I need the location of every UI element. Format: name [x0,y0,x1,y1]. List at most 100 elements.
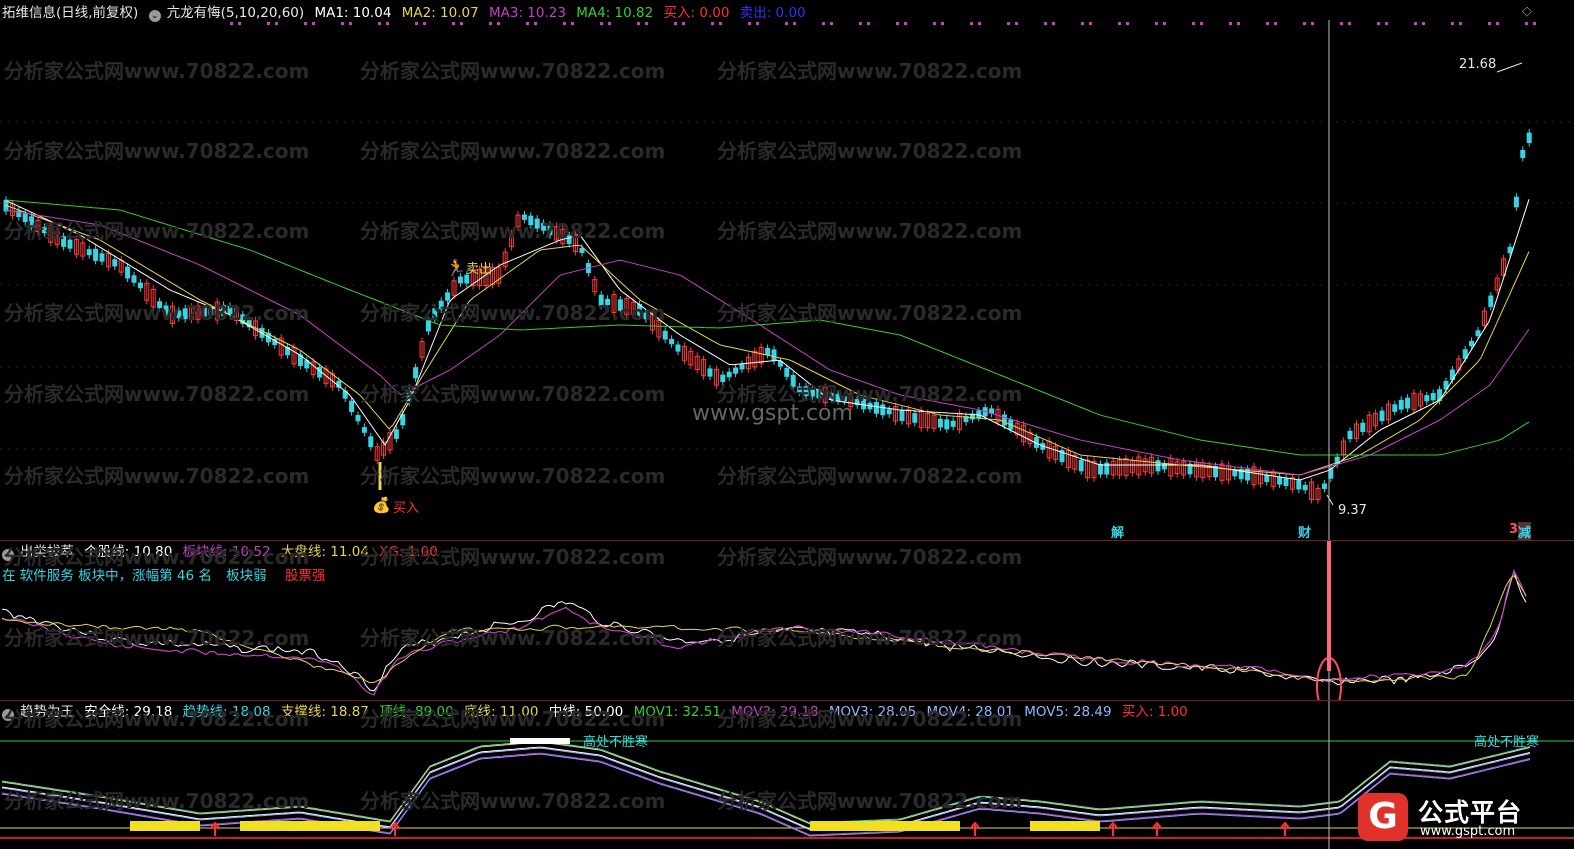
zhong-value: 中线: 50.00 [548,704,624,720]
signal-dot [452,22,455,25]
tag-jie[interactable]: 解 [1111,522,1124,541]
candle-body [29,216,35,228]
candle-body [1424,395,1430,402]
candle-body [1520,149,1526,159]
ma3-line [4,209,1530,476]
candle-body [803,386,809,397]
panel3-name[interactable]: 趋势为王 [20,704,74,720]
candle-body [1302,484,1308,491]
candle-body [1360,422,1366,432]
anquan-value: 安全线: 29.18 [84,704,173,720]
candle-body [541,222,547,231]
candle-body [1097,463,1103,475]
signal-dot [275,22,278,25]
candle-body [438,300,444,310]
candle-body [521,214,527,220]
ma1-line [4,199,1530,481]
diamond-icon[interactable]: ◇ [1522,4,1532,19]
signal-dot [349,22,352,25]
signal-dot [1422,22,1425,25]
panel2-toggle-icon[interactable]: ⌄ [2,549,14,561]
signal-dot [1229,22,1232,25]
mov1-value: MOV1: 32.51 [633,704,721,720]
panel2-info: 在 软件服务 板块中，涨幅第 46 名 板块弱 股票强 [2,567,331,585]
candle-body [93,248,99,261]
candle-body [137,282,143,289]
main-chart-panel[interactable]: 拓维信息(日线,前复权) ⌄ 亢龙有悔(5,10,20,60) MA1: 10.0… [0,0,1574,541]
tag-cai[interactable]: 财 [1298,522,1311,541]
signal-dot [1015,22,1018,25]
candle-body [131,275,137,283]
signal-dot [1007,22,1010,25]
candle-body [61,236,67,247]
signal-dot [978,22,981,25]
qushi-value: 趋势线: 18.08 [182,704,271,720]
buy-marker-label: 买入 [393,501,420,516]
candle-body [182,308,188,320]
signal-dot [1459,22,1462,25]
trend-chart[interactable] [0,701,1574,849]
candle-body [1283,478,1289,487]
candle-body [67,239,73,249]
stock-title[interactable]: 拓维信息(日线,前复权) [2,5,138,21]
candle-body [605,298,611,306]
candle-body [1507,246,1513,254]
signal-dot [423,22,426,25]
signal-dot [830,22,833,25]
indicator-toggle-icon[interactable]: ⌄ [148,10,161,22]
price-chart[interactable] [0,0,1574,540]
mov5-value: MOV5: 28.49 [1024,704,1112,720]
signal-dot [1414,22,1417,25]
signal-dot [600,22,603,25]
signal-dot [682,22,685,25]
candle-body [976,410,982,419]
di-value: 底线: 11.00 [463,704,539,720]
tag-jian[interactable]: 减 [1518,522,1532,541]
buy3-value: 买入: 1.00 [1121,704,1188,720]
sell-marker-label: 卖出 [466,262,493,277]
candle-body [1277,477,1283,485]
candle-body [886,409,892,415]
candle-body [829,392,835,400]
candle-body [797,386,803,393]
signal-dot [415,22,418,25]
candle-body [912,413,918,423]
signal-dot [267,22,270,25]
tag-3[interactable]: 3 [1509,522,1518,537]
signal-dot [1163,22,1166,25]
panel2-header: ⌄ 出类拔萃 个股线: 10.80 板块线: 10.52 大盘线: 11.04 X… [2,543,444,561]
candle-body [368,436,374,448]
signal-dot [608,22,611,25]
xg-value: XG: 1.00 [379,544,438,560]
candle-body [707,368,713,377]
sell-value: 卖出: 0.00 [739,5,806,21]
panel3-header: ⌄ 趋势为王 安全线: 29.18 趋势线: 18.08 支撑线: 18.87 顶… [2,703,1194,721]
signal-dot [460,22,463,25]
relative-strength-panel[interactable]: ⌄ 出类拔萃 个股线: 10.80 板块线: 10.52 大盘线: 11.04 X… [0,541,1574,700]
candle-body [1078,459,1084,472]
min-price-label: 9.37 [1338,503,1367,518]
candle-body [835,393,841,402]
buy-signal-arrow [1279,821,1291,836]
sector-weak-text: 板块弱 [226,568,267,584]
candle-body [201,307,207,317]
gaochu-label-2: 高处不胜寒 [1474,735,1540,750]
candle-body [784,367,790,377]
gegu-value: 个股线: 10.80 [84,544,173,560]
candle-body [937,418,943,428]
candle-body [669,338,675,345]
trend-panel[interactable]: ⌄ 趋势为王 安全线: 29.18 趋势线: 18.08 支撑线: 18.87 顶… [0,701,1574,849]
panel3-toggle-icon[interactable]: ⌄ [2,709,14,721]
panel2-name[interactable]: 出类拔萃 [20,544,74,560]
relative-strength-chart[interactable] [0,541,1574,700]
buy-signal-arrow [1107,821,1119,836]
ma4-value: MA4: 10.82 [576,5,654,21]
indicator-name[interactable]: 亢龙有悔(5,10,20,60) [167,5,305,21]
candle-body [1392,404,1398,412]
candle-body [662,330,668,340]
candle-body [1488,295,1494,307]
candle-body [445,292,451,301]
signal-dot [719,22,722,25]
candle-body [726,371,732,378]
candle-body [1430,393,1436,401]
